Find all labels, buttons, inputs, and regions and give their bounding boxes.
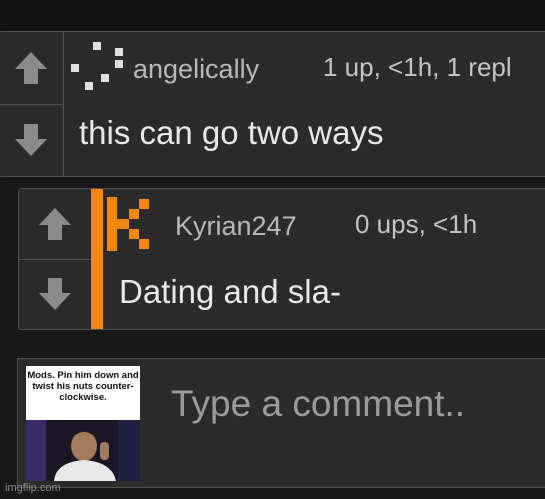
pixel-avatar-icon[interactable] [71,42,127,98]
comment-1: angelically 1 up, <1h, 1 repl this can g… [0,31,545,177]
arrow-down-icon [15,124,47,156]
downvote-button[interactable] [19,259,91,329]
upvote-button[interactable] [19,189,91,260]
comment-meta: 0 ups, <1h [355,209,478,239]
comment-text: this can go two ways [79,114,384,151]
arrow-down-icon [39,278,71,310]
top-bar [0,0,545,31]
username-link[interactable]: Kyrian247 [175,211,297,242]
comment-composer[interactable]: Mods. Pin him down and twist his nuts co… [17,358,545,488]
arrow-up-icon [39,208,71,240]
downvote-button[interactable] [0,104,63,176]
vote-column [0,32,64,176]
upvote-button[interactable] [0,32,63,105]
username-link[interactable]: angelically [133,54,259,85]
comment-text: Dating and sla- [119,273,341,310]
comment-input-placeholder[interactable]: Type a comment.. [171,383,465,425]
meme-image[interactable]: Mods. Pin him down and twist his nuts co… [26,366,140,481]
comment-meta: 1 up, <1h, 1 repl [323,52,512,82]
vote-column [19,189,92,329]
meme-photo [26,420,140,481]
watermark: imgflip.com [5,482,61,494]
reply-accent-bar [91,189,103,329]
comment-2: Kyrian247 0 ups, <1h Dating and sla- [18,188,545,330]
meme-caption: Mods. Pin him down and twist his nuts co… [26,366,140,420]
arrow-up-icon [15,52,47,84]
orange-k-avatar-icon[interactable] [107,197,163,253]
